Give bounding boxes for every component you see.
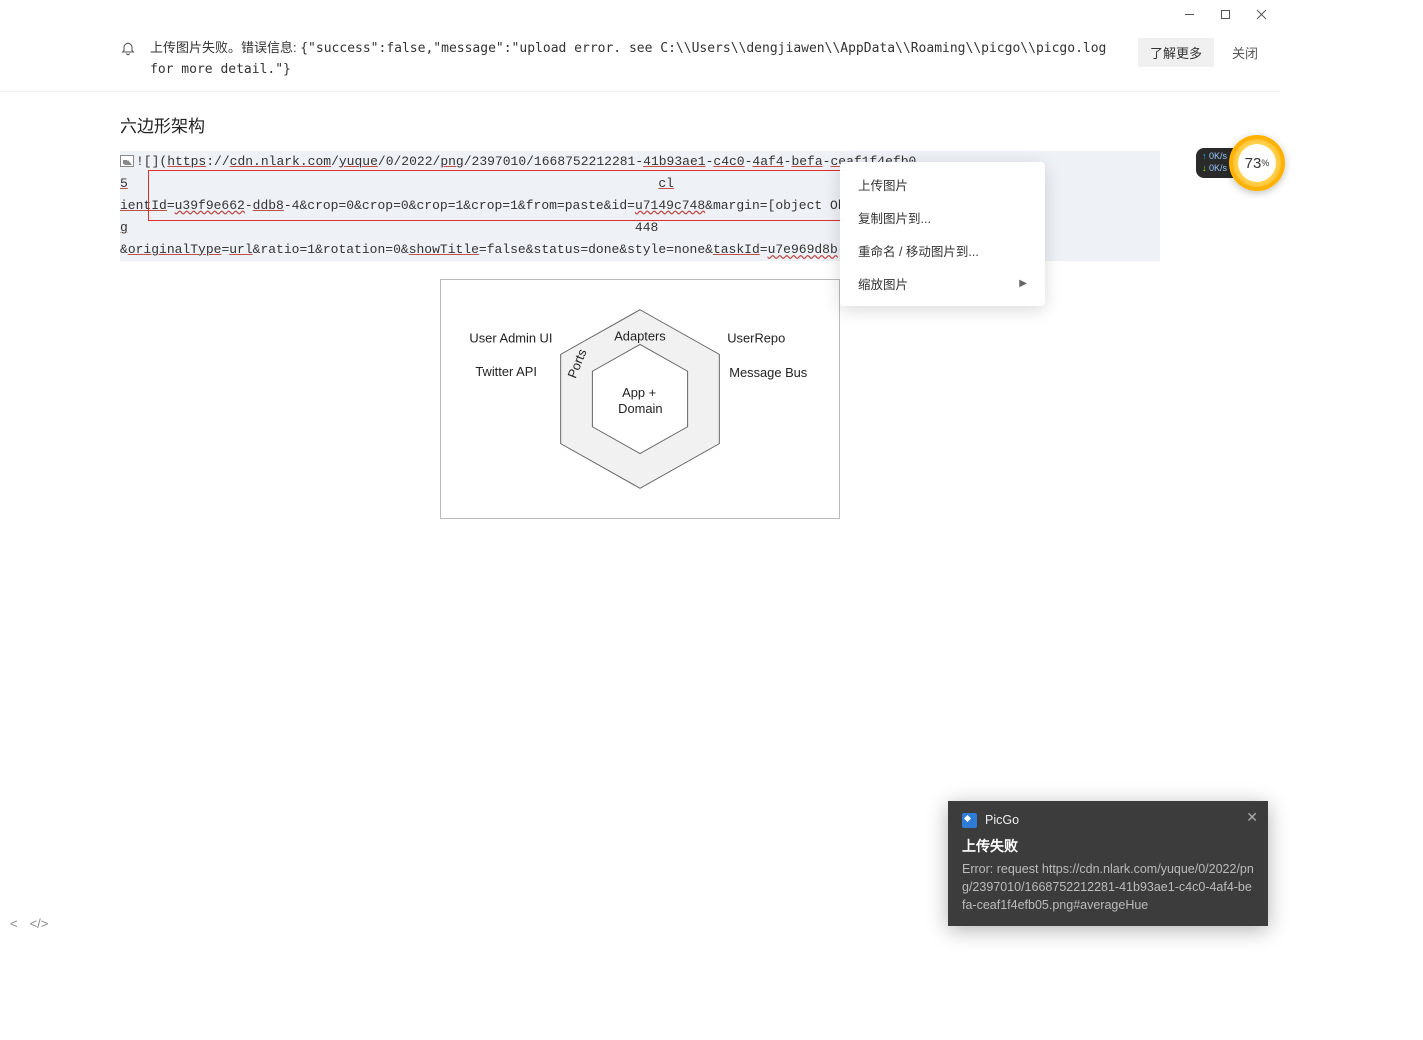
minimize-button[interactable] (1182, 7, 1196, 21)
label-adapters: Adapters (614, 329, 666, 344)
picgo-icon (962, 813, 977, 828)
close-notification-button[interactable]: 关闭 (1224, 38, 1266, 67)
context-menu: 上传图片 复制图片到... 重命名 / 移动图片到... 缩放图片▶ (840, 162, 1045, 306)
chevron-right-icon: ▶ (1019, 278, 1027, 289)
label-user-admin: User Admin UI (469, 331, 552, 346)
label-twitter: Twitter API (475, 364, 537, 379)
network-widget[interactable]: ↑ 0K/s ↓ 0K/s 73% (1196, 135, 1285, 191)
notification-text: 上传图片失败。错误信息: {"success":false,"message":… (150, 38, 1124, 81)
ctx-upload-image[interactable]: 上传图片 (840, 168, 1045, 201)
label-msgbus: Message Bus (729, 365, 807, 380)
net-percent: 73% (1229, 135, 1285, 191)
close-window-button[interactable] (1254, 7, 1268, 21)
toast-notification: ✕ PicGo 上传失败 Error: request https://cdn.… (948, 801, 1268, 926)
toast-body: Error: request https://cdn.nlark.com/yuq… (962, 860, 1254, 914)
ctx-copy-image-to[interactable]: 复制图片到... (840, 201, 1045, 234)
ctx-zoom-image[interactable]: 缩放图片▶ (840, 267, 1045, 300)
label-app2: Domain (618, 401, 662, 416)
window-titlebar (0, 0, 1280, 28)
ctx-rename-move[interactable]: 重命名 / 移动图片到... (840, 234, 1045, 267)
bottom-bar: < </> (0, 910, 48, 936)
back-button[interactable]: < (10, 916, 18, 931)
notification-bar: 上传图片失败。错误信息: {"success":false,"message":… (0, 28, 1280, 92)
toast-app-name: PicGo (985, 813, 1019, 827)
net-speed: ↑ 0K/s ↓ 0K/s (1196, 148, 1233, 177)
label-userrepo: UserRepo (727, 331, 785, 346)
label-app1: App + (622, 385, 656, 400)
image-icon (120, 155, 134, 167)
code-button[interactable]: </> (30, 916, 49, 931)
bell-icon (120, 40, 136, 56)
hexagon-diagram: User Admin UI Twitter API Adapters Ports… (440, 279, 840, 519)
maximize-button[interactable] (1218, 7, 1232, 21)
learn-more-button[interactable]: 了解更多 (1138, 38, 1214, 67)
toast-close-button[interactable]: ✕ (1246, 809, 1258, 826)
toast-title: 上传失败 (962, 836, 1254, 856)
doc-heading: 六边形架构 (120, 112, 1160, 137)
editor-content[interactable]: 六边形架构 ![](https://cdn.nlark.com/yuque/0/… (0, 92, 1280, 539)
